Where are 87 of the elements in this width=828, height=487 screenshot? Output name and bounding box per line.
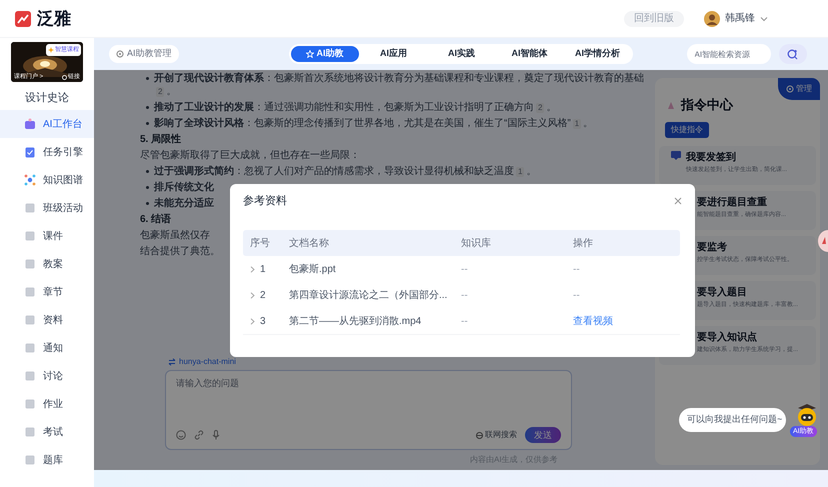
nav-icon (24, 342, 36, 354)
table-cell: 第二节——从先驱到消散.mp4 (289, 316, 422, 326)
table-cell: -- (461, 264, 468, 274)
tab[interactable]: AI学情分析 (564, 46, 631, 62)
dialog-title: 参考资料 (243, 194, 287, 209)
globe-icon[interactable] (476, 432, 483, 438)
list-item-text: 未能充分适应 (154, 197, 214, 210)
list-item-text: 过于强调形式简约：忽视了人们对产品的情感需求，导致设计显得机械和缺乏温度 1 。 (154, 165, 536, 178)
command-title: 要监考 (697, 241, 728, 254)
bullet-icon (146, 106, 149, 109)
manage-button[interactable]: 管理 (778, 78, 820, 100)
section-heading: 5. 局限性 (140, 133, 182, 146)
list-item-text: 排斥传统文化 (154, 181, 214, 194)
table-cell: 第四章设计源流论之二（外国部分... (289, 290, 448, 300)
bullet-icon (146, 202, 149, 205)
expand-icon[interactable] (250, 266, 255, 272)
sparkle-icon (48, 47, 54, 53)
table-cell: -- (461, 290, 468, 300)
command-title: 我要发签到 (686, 151, 737, 164)
nav-icon (24, 370, 36, 382)
bullet-icon (146, 170, 149, 173)
command-title: 要进行题目查重 (697, 196, 768, 209)
nav-icon (24, 202, 36, 214)
table-cell: -- (573, 290, 580, 300)
column-header: 文档名称 (289, 236, 330, 250)
nav-icon (24, 454, 36, 466)
star-icon (306, 50, 314, 58)
tab[interactable]: AI助教 (290, 46, 359, 62)
tab[interactable]: AI应用 (360, 46, 427, 62)
nav-icon (24, 398, 36, 410)
list-item-text: 开创了现代设计教育体系：包豪斯首次系统地将设计教育分为基础课程和专业课程，奠定了现代设计教育的基础 2 。 (154, 72, 645, 98)
command-title: 要导入题目 (697, 286, 748, 299)
nav-icon (24, 314, 36, 326)
caret-icon[interactable] (760, 16, 768, 22)
table-cell-text: 3 (260, 314, 266, 328)
settings-icon (116, 50, 124, 58)
view-video-link[interactable]: 查看视频 (573, 316, 613, 326)
command-title: 要导入知识点 (697, 331, 758, 344)
network-icon (24, 174, 36, 186)
bullet-icon (146, 186, 149, 189)
column-header: 知识库 (461, 236, 492, 250)
assistant-manage-button[interactable]: AI助教管理 (109, 45, 179, 63)
logo-icon (15, 10, 31, 26)
section-heading: 6. 结语 (140, 213, 172, 226)
settings-icon (786, 85, 794, 93)
nav-icon (24, 286, 36, 298)
bullet-icon (146, 77, 149, 80)
emoji-icon[interactable] (176, 430, 186, 440)
list-item-text: 推动了工业设计的发展：通过强调功能性和实用性，包豪斯为工业设计指明了正确方向 2 。 (154, 101, 556, 114)
message-input[interactable]: 请输入您的问题 (176, 377, 561, 390)
table-cell: -- (573, 264, 580, 274)
paragraph-text: 尽管包豪斯取得了巨大成就，但也存在一些局限： (140, 149, 360, 162)
web-search-toggle[interactable]: 联网搜索 (485, 429, 517, 441)
switch-icon (168, 358, 176, 366)
table-cell: -- (461, 316, 468, 326)
search-icon (787, 48, 798, 60)
tab[interactable]: AI智能体 (496, 46, 563, 62)
search-field[interactable]: AI智能检索资源 (686, 44, 771, 64)
table-cell: 包豪斯.ppt (289, 264, 336, 274)
quick-commands-tab[interactable]: 快捷指令 (665, 122, 709, 138)
bullet-icon (146, 122, 149, 125)
user-name[interactable]: 韩禹锋 (725, 11, 755, 26)
expand-icon[interactable] (250, 318, 255, 324)
message-icon (671, 151, 681, 160)
nav-icon (24, 426, 36, 438)
tab[interactable]: AI实践 (428, 46, 495, 62)
sidebar-item[interactable]: AI工作台 (0, 110, 94, 138)
column-header: 操作 (573, 236, 594, 250)
assistant-speech-bubble: 可以向我提出任何问题~ (679, 408, 786, 432)
panel-title: 指令中心 (681, 96, 733, 114)
side-tab-icon[interactable] (818, 230, 828, 252)
paragraph-text: 包豪斯虽然仅存 (140, 229, 210, 242)
logo-text: 泛雅 (37, 8, 71, 30)
table-cell-text: 2 (260, 288, 266, 302)
table-cell-text: 1 (260, 262, 266, 276)
search-button[interactable] (778, 44, 807, 64)
nav-icon (24, 258, 36, 270)
column-header: 序号 (249, 236, 271, 250)
avatar[interactable] (704, 10, 720, 26)
nav-icon (24, 230, 36, 242)
paragraph-text: 结合提供了典范。 (140, 245, 220, 258)
course-title: 设计史论 (25, 91, 69, 106)
close-icon[interactable] (674, 197, 682, 205)
list-item-text: 影响了全球设计风格：包豪斯的理念传播到了世界各地，尤其是在美国，催生了“国际主义风格” 1 。 (154, 117, 594, 130)
microphone-icon[interactable] (212, 430, 220, 440)
expand-icon[interactable] (250, 292, 255, 298)
clipboard-icon (24, 146, 36, 158)
